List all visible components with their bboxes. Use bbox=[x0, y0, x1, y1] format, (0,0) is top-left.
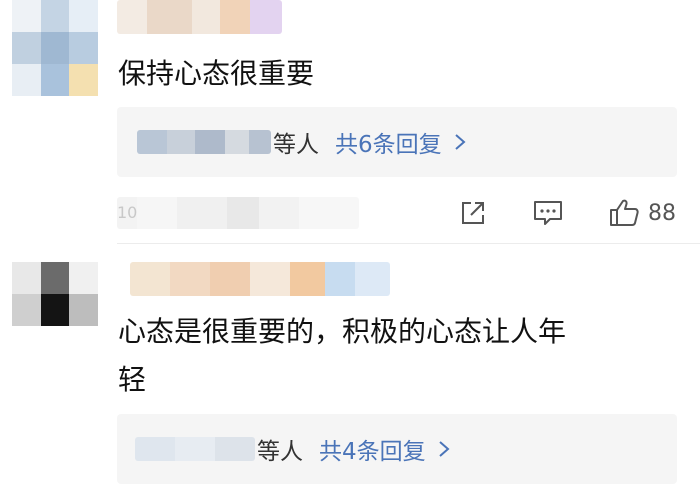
reply-count-link[interactable]: 共6条回复 bbox=[335, 125, 442, 159]
comment-actions: 88 bbox=[458, 198, 676, 228]
username-blurred[interactable] bbox=[117, 0, 282, 34]
timestamp-blurred: 10 bbox=[117, 197, 359, 229]
comment-divider bbox=[117, 243, 700, 244]
reply-summary[interactable]: 等人 共4条回复 bbox=[117, 414, 677, 484]
avatar[interactable] bbox=[12, 0, 98, 96]
reply-summary[interactable]: 等人 共6条回复 bbox=[117, 107, 677, 177]
reply-count-link[interactable]: 共4条回复 bbox=[319, 432, 426, 466]
chevron-right-icon bbox=[436, 439, 452, 459]
comment-text: 保持心态很重要 bbox=[118, 57, 315, 90]
reply-who: 等人 bbox=[257, 439, 303, 465]
avatar[interactable] bbox=[12, 262, 98, 326]
comment-text-line2: 轻 bbox=[118, 363, 147, 396]
reply-who: 等人 bbox=[273, 132, 319, 158]
chevron-right-icon bbox=[452, 132, 468, 152]
thumbs-up-icon[interactable] bbox=[608, 198, 640, 228]
comment-text-line1: 心态是很重要的，积极的心态让人年 bbox=[118, 315, 567, 348]
username-blurred[interactable] bbox=[130, 262, 390, 296]
comment-icon[interactable] bbox=[532, 198, 564, 228]
reply-names-blurred bbox=[135, 437, 255, 461]
like-count: 88 bbox=[648, 200, 676, 226]
timestamp-fragment: 10 bbox=[117, 197, 137, 229]
share-icon[interactable] bbox=[458, 198, 488, 228]
reply-names-blurred bbox=[137, 130, 271, 154]
